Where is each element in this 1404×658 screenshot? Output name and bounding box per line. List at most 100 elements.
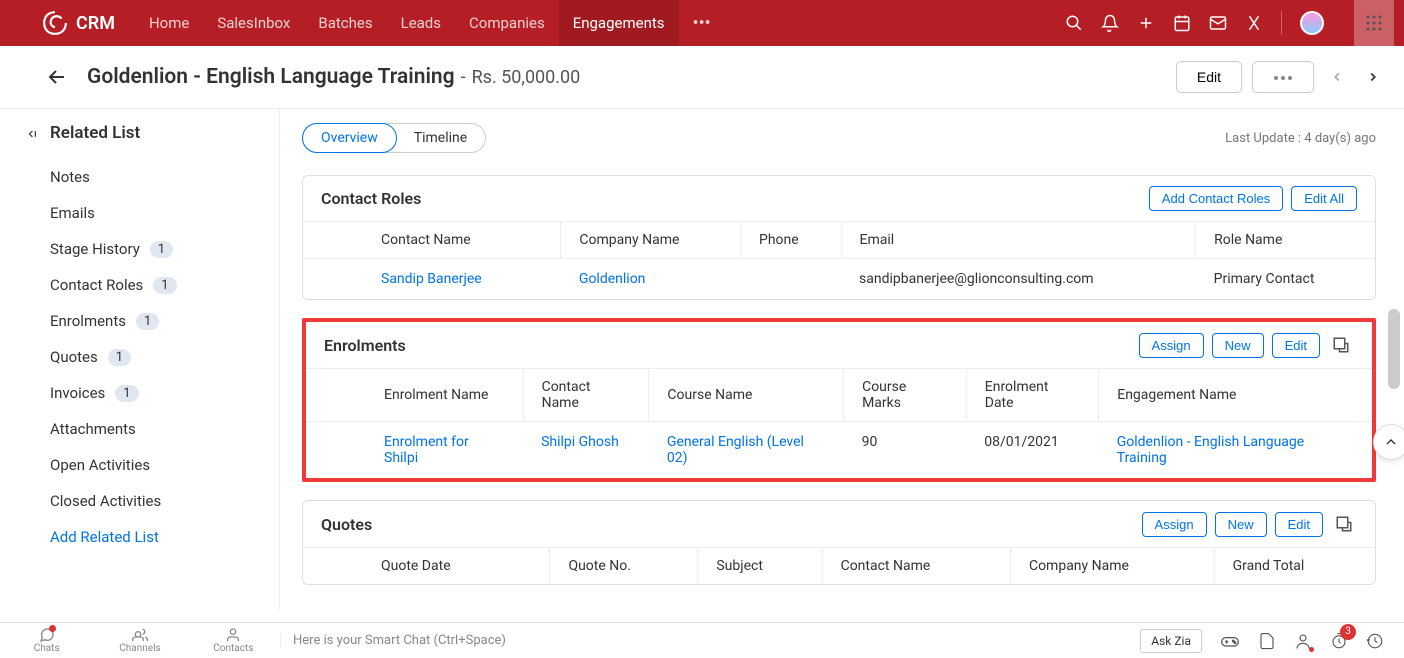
scrollbar-thumb[interactable] (1388, 309, 1400, 389)
nav-engagements[interactable]: Engagements (559, 0, 679, 46)
sidebar-item-enrolments[interactable]: Enrolments1 (28, 303, 279, 339)
record-amount: Rs. 50,000.00 (472, 67, 581, 88)
link-label: Add Related List (50, 528, 159, 546)
contact-roles-table: Contact Name Company Name Phone Email Ro… (303, 221, 1375, 299)
sidebar-item-emails[interactable]: Emails (28, 195, 279, 231)
new-button[interactable]: New (1215, 512, 1267, 537)
view-toggle-row: Overview Timeline Last Update : 4 day(s)… (302, 123, 1376, 153)
col-role-name: Role Name (1196, 222, 1375, 259)
layout: Related List Notes Emails Stage History1… (0, 109, 1404, 610)
person-icon[interactable] (1294, 632, 1312, 650)
next-record-icon[interactable] (1360, 64, 1386, 90)
count-badge: 1 (150, 241, 173, 258)
count-badge: 1 (136, 313, 159, 330)
search-icon[interactable] (1065, 14, 1083, 32)
tab-timeline[interactable]: Timeline (396, 124, 485, 152)
footer-tab-channels[interactable]: Channels (93, 623, 186, 658)
company-link[interactable]: Goldenlion (561, 259, 741, 300)
zoho-logo-icon (42, 10, 68, 36)
enrolments-title: Enrolments (324, 336, 406, 355)
edit-button[interactable]: Edit (1275, 512, 1323, 537)
email-cell: sandipbanerjee@glionconsulting.com (841, 259, 1196, 300)
header-icons (1065, 0, 1394, 46)
col-subject: Subject (698, 548, 822, 585)
prev-record-icon[interactable] (1324, 64, 1350, 90)
tools-icon[interactable] (1245, 14, 1263, 32)
edit-all-button[interactable]: Edit All (1291, 186, 1357, 211)
marks-cell: 90 (844, 422, 967, 479)
quotes-table: Quote Date Quote No. Subject Contact Nam… (303, 547, 1375, 584)
mail-icon[interactable] (1209, 14, 1227, 32)
tab-overview[interactable]: Overview (302, 123, 397, 153)
nav-more[interactable]: ••• (679, 0, 725, 46)
enrolment-link[interactable]: Enrolment for Shilpi (306, 422, 523, 479)
edit-button[interactable]: Edit (1272, 333, 1320, 358)
apps-grid-icon[interactable] (1354, 0, 1394, 46)
sidebar-label: Invoices (50, 384, 105, 402)
assign-button[interactable]: Assign (1139, 333, 1204, 358)
contact-link[interactable]: Shilpi Ghosh (523, 422, 649, 479)
sidebar-item-closed-activities[interactable]: Closed Activities (28, 483, 279, 519)
back-arrow-icon[interactable] (45, 65, 69, 89)
count-badge: 1 (115, 385, 138, 402)
smart-chat-input[interactable]: Here is your Smart Chat (Ctrl+Space) (280, 633, 1120, 648)
footer-tab-contacts[interactable]: Contacts (187, 623, 280, 658)
sidebar: Related List Notes Emails Stage History1… (0, 109, 280, 610)
sidebar-item-quotes[interactable]: Quotes1 (28, 339, 279, 375)
nav-companies[interactable]: Companies (455, 0, 559, 46)
sidebar-item-attachments[interactable]: Attachments (28, 411, 279, 447)
sidebar-item-invoices[interactable]: Invoices 1 (28, 375, 279, 411)
title-separator: - (461, 67, 466, 88)
col-grand-total: Grand Total (1214, 548, 1375, 585)
page-title-block: Goldenlion - English Language Training -… (87, 65, 1176, 89)
bell-icon[interactable] (1101, 14, 1119, 32)
expand-icon[interactable] (1331, 511, 1357, 537)
tab-label: Chats (0, 643, 93, 654)
col-company-name: Company Name (561, 222, 741, 259)
page-header: Goldenlion - English Language Training -… (0, 46, 1404, 109)
add-related-list-link[interactable]: Add Related List (28, 519, 279, 555)
count-badge: 1 (108, 349, 131, 366)
footer-tab-chats[interactable]: Chats (0, 623, 93, 658)
more-button[interactable] (1252, 61, 1314, 93)
note-icon[interactable] (1258, 632, 1276, 650)
nav-salesinbox[interactable]: SalesInbox (203, 0, 304, 46)
course-link[interactable]: General English (Level 02) (649, 422, 844, 479)
sidebar-list: Notes Emails Stage History1 Contact Role… (28, 159, 279, 555)
engagement-link[interactable]: Goldenlion - English Language Training (1099, 422, 1372, 479)
expand-icon[interactable] (1328, 332, 1354, 358)
gamepad-icon[interactable] (1220, 631, 1240, 651)
nav-home[interactable]: Home (135, 0, 203, 46)
col-email: Email (841, 222, 1196, 259)
add-contact-roles-button[interactable]: Add Contact Roles (1149, 186, 1283, 211)
contact-link[interactable]: Sandip Banerjee (303, 259, 561, 300)
sidebar-item-stage-history[interactable]: Stage History1 (28, 231, 279, 267)
col-quote-no: Quote No. (550, 548, 698, 585)
channels-icon (132, 627, 148, 643)
col-enrolment-name: Enrolment Name (306, 369, 523, 422)
contact-roles-title: Contact Roles (321, 189, 421, 208)
user-avatar[interactable] (1300, 11, 1324, 35)
scroll-top-button[interactable] (1373, 424, 1404, 460)
new-button[interactable]: New (1212, 333, 1264, 358)
collapse-sidebar-icon[interactable] (26, 127, 40, 145)
nav-batches[interactable]: Batches (304, 0, 386, 46)
calendar-icon[interactable] (1173, 14, 1191, 32)
sidebar-item-notes[interactable]: Notes (28, 159, 279, 195)
assign-button[interactable]: Assign (1142, 512, 1207, 537)
col-engagement-name: Engagement Name (1099, 369, 1372, 422)
edit-button[interactable]: Edit (1176, 61, 1242, 93)
table-row[interactable]: Sandip Banerjee Goldenlion sandipbanerje… (303, 259, 1375, 300)
col-phone: Phone (740, 222, 841, 259)
plus-icon[interactable] (1137, 14, 1155, 32)
sidebar-item-contact-roles[interactable]: Contact Roles1 (28, 267, 279, 303)
sidebar-item-open-activities[interactable]: Open Activities (28, 447, 279, 483)
ask-zia-button[interactable]: Ask Zia (1140, 629, 1202, 653)
notification-dot (49, 625, 56, 632)
clock-icon[interactable]: 3 (1330, 632, 1348, 650)
table-row[interactable]: Enrolment for Shilpi Shilpi Ghosh Genera… (306, 422, 1372, 479)
nav-leads[interactable]: Leads (387, 0, 455, 46)
history-icon[interactable] (1366, 632, 1384, 650)
sidebar-label: Notes (50, 168, 90, 186)
brand-logo[interactable]: CRM (42, 10, 115, 36)
